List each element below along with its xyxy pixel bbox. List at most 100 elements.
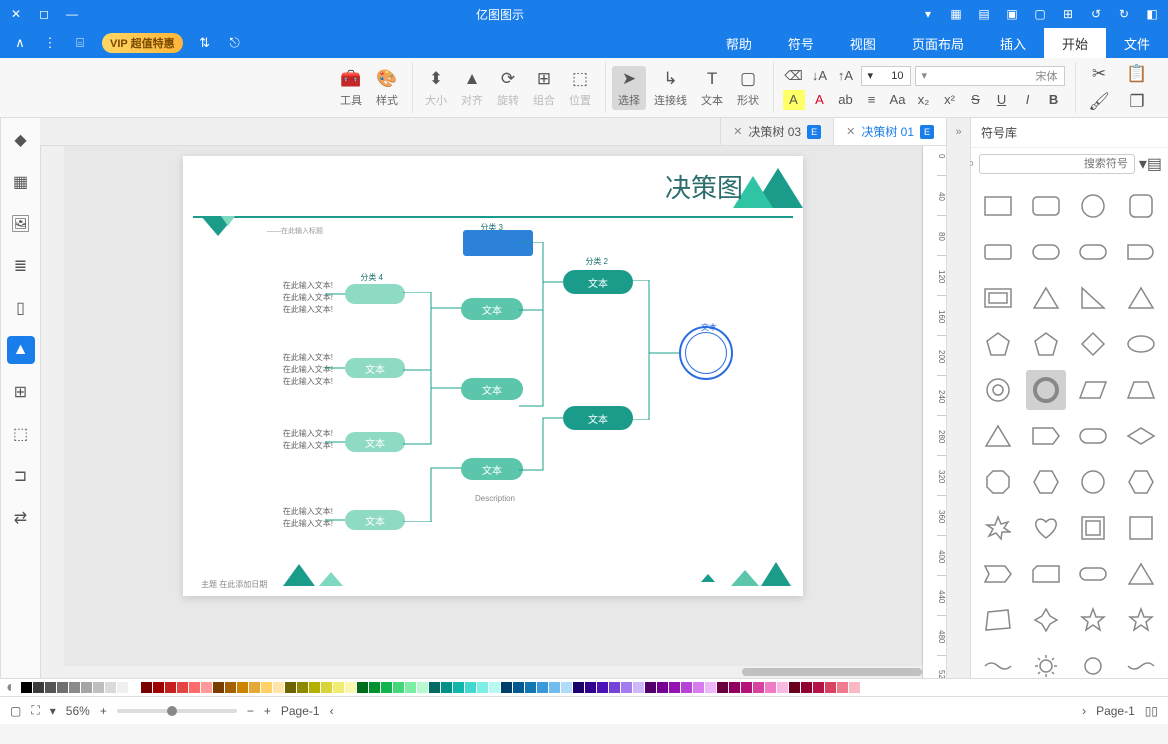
color-swatch[interactable]: [105, 682, 116, 693]
close-icon[interactable]: ✕: [733, 125, 742, 138]
shape-pill3[interactable]: [1073, 416, 1113, 456]
color-swatch[interactable]: [117, 682, 128, 693]
color-swatch[interactable]: [789, 682, 800, 693]
node-l3-4[interactable]: 文本: [345, 510, 405, 530]
shape-pentagon[interactable]: [978, 324, 1018, 364]
color-swatch[interactable]: [765, 682, 776, 693]
node-l2-1[interactable]: 文本: [461, 298, 523, 320]
horizontal-scrollbar[interactable]: [64, 666, 922, 678]
color-swatch[interactable]: [645, 682, 656, 693]
shape-pill2[interactable]: [1073, 232, 1113, 272]
page-view-icon[interactable]: ▯▯: [1145, 704, 1158, 718]
shape-hexagon2[interactable]: [1121, 462, 1161, 502]
color-swatch[interactable]: [321, 682, 332, 693]
color-swatch[interactable]: [717, 682, 728, 693]
underline-button[interactable]: U: [991, 90, 1013, 110]
shape-quad[interactable]: [978, 600, 1018, 640]
color-swatch[interactable]: [477, 682, 488, 693]
page-next-icon[interactable]: ›: [330, 704, 334, 718]
shape-star5[interactable]: [1073, 600, 1113, 640]
tab-insert[interactable]: 插入: [982, 28, 1044, 58]
tab-layout[interactable]: 页面布局: [894, 28, 982, 58]
align-button[interactable]: ≡: [861, 90, 883, 110]
recent-icon[interactable]: ▦: [948, 6, 964, 22]
shape-burst[interactable]: [978, 508, 1018, 548]
shape-cylinder-flat[interactable]: [1073, 554, 1113, 594]
shape-circle[interactable]: [1073, 186, 1113, 226]
zoom-thumb[interactable]: [167, 706, 177, 716]
color-swatch[interactable]: [525, 682, 536, 693]
color-swatch[interactable]: [189, 682, 200, 693]
print-icon[interactable]: ▤: [976, 6, 992, 22]
color-dropper-icon[interactable]: ◐: [6, 679, 16, 697]
color-swatch[interactable]: [489, 682, 500, 693]
export-icon[interactable]: ▣: [1004, 6, 1020, 22]
tools-button[interactable]: 🧰工具: [334, 66, 368, 110]
text-tool-button[interactable]: T文本: [695, 66, 729, 110]
zoom-slider[interactable]: [117, 709, 237, 713]
shapes-search-input[interactable]: [979, 154, 1135, 174]
color-swatch[interactable]: [237, 682, 248, 693]
color-swatch[interactable]: [165, 682, 176, 693]
shape-trapezoid[interactable]: [1121, 370, 1161, 410]
zoom-dropdown-icon[interactable]: ▾: [50, 704, 56, 718]
node-l2-3[interactable]: 文本: [461, 458, 523, 480]
library-icon[interactable]: ▤▾: [1139, 154, 1162, 174]
case-button[interactable]: Aa: [887, 90, 909, 110]
fit-page-icon[interactable]: ⛶: [31, 703, 39, 718]
shape-pill[interactable]: [1026, 232, 1066, 272]
color-swatch[interactable]: [57, 682, 68, 693]
shape-diamond2[interactable]: [1121, 416, 1161, 456]
color-swatch[interactable]: [537, 682, 548, 693]
color-swatch[interactable]: [609, 682, 620, 693]
color-swatch[interactable]: [297, 682, 308, 693]
tab-symbols[interactable]: 符号: [770, 28, 832, 58]
node-l1-a[interactable]: 文本: [563, 270, 633, 294]
doc-tab-1[interactable]: E 决策树 01 ✕: [833, 118, 946, 145]
color-swatch[interactable]: [777, 682, 788, 693]
templates-icon[interactable]: ⌸: [72, 35, 88, 51]
color-swatch[interactable]: [441, 682, 452, 693]
shape-triangle2[interactable]: [1121, 278, 1161, 318]
close-button[interactable]: ✕: [8, 6, 24, 22]
fit-width-icon[interactable]: ▢: [10, 704, 21, 718]
share-icon[interactable]: ⎋: [227, 35, 243, 51]
color-swatch[interactable]: [513, 682, 524, 693]
shape-triangle3[interactable]: [978, 416, 1018, 456]
doc-tab-2[interactable]: E 决策树 03 ✕: [720, 118, 833, 145]
strike-button[interactable]: S: [965, 90, 987, 110]
color-swatch[interactable]: [501, 682, 512, 693]
italic-button[interactable]: I: [1017, 90, 1039, 110]
format-painter-button[interactable]: 🖌: [1082, 89, 1116, 115]
tab-view[interactable]: 视图: [832, 28, 894, 58]
color-swatch[interactable]: [741, 682, 752, 693]
shape-half-round[interactable]: [1121, 232, 1161, 272]
shape-hexagon[interactable]: [1026, 462, 1066, 502]
color-swatch[interactable]: [357, 682, 368, 693]
font-color-button[interactable]: A: [809, 90, 831, 110]
decrease-font-button[interactable]: A↓: [809, 66, 831, 86]
color-swatch[interactable]: [141, 682, 152, 693]
add-icon[interactable]: ⊞: [1060, 6, 1076, 22]
rp-theme[interactable]: ◆: [7, 126, 35, 154]
paste-button[interactable]: 📋: [1120, 61, 1154, 87]
color-swatch[interactable]: [285, 682, 296, 693]
color-swatch[interactable]: [549, 682, 560, 693]
select-tool-button[interactable]: ➤选择: [612, 66, 646, 110]
vip-badge[interactable]: VIP 超值特惠: [102, 33, 183, 53]
shape-square3[interactable]: [1121, 508, 1161, 548]
shape-rect2[interactable]: [978, 232, 1018, 272]
color-swatch[interactable]: [21, 682, 32, 693]
shape-double-square[interactable]: [1073, 508, 1113, 548]
minimize-button[interactable]: —: [64, 6, 80, 22]
color-swatch[interactable]: [453, 682, 464, 693]
color-swatch[interactable]: [849, 682, 860, 693]
shape-pentagon2[interactable]: [1026, 324, 1066, 364]
shape-tool-button[interactable]: ▢形状: [731, 66, 765, 110]
scrollbar-thumb[interactable]: [742, 668, 922, 676]
node-l3-1[interactable]: [345, 284, 405, 304]
color-swatch[interactable]: [705, 682, 716, 693]
more-icon[interactable]: ⋮: [42, 35, 58, 51]
shape-chevron[interactable]: [1026, 416, 1066, 456]
page-prev-icon[interactable]: ‹: [1082, 704, 1086, 718]
